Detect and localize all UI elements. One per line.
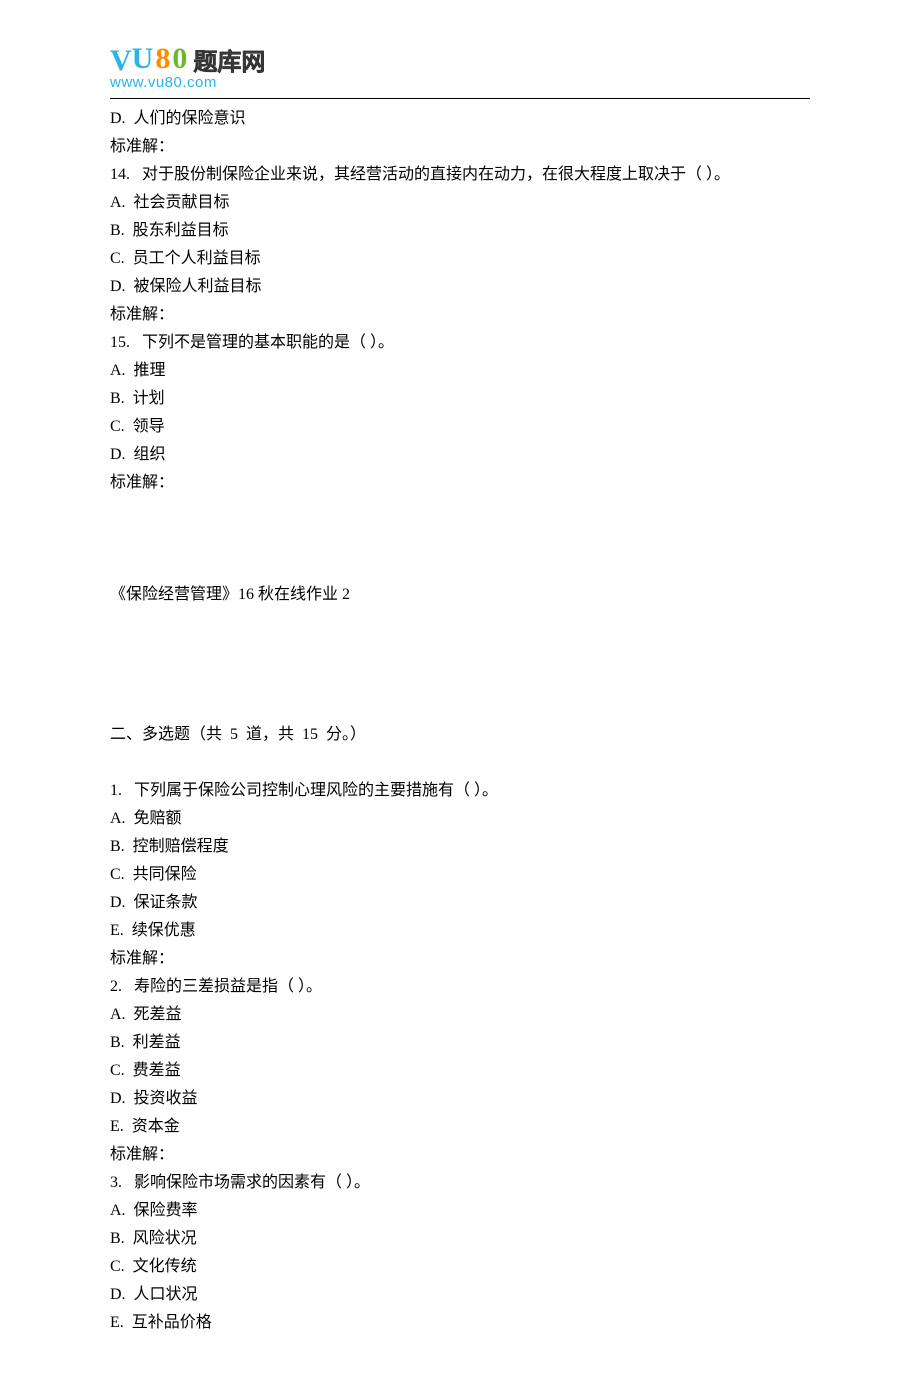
header-divider (110, 98, 810, 99)
section-header-multi: 二、多选题（共 5 道，共 15 分。） (110, 721, 810, 749)
question-line: A. 社会贡献目标 (110, 189, 810, 217)
question-line: 标准解： (110, 133, 810, 161)
question-line: A. 推理 (110, 357, 810, 385)
multi-question-line: B. 风险状况 (110, 1225, 810, 1253)
question-line: C. 员工个人利益目标 (110, 245, 810, 273)
multi-question-line: A. 保险费率 (110, 1197, 810, 1225)
multi-question-line: D. 保证条款 (110, 889, 810, 917)
question-line: D. 人们的保险意识 (110, 105, 810, 133)
question-line: 标准解： (110, 469, 810, 497)
question-line: B. 计划 (110, 385, 810, 413)
multi-question-line: D. 投资收益 (110, 1085, 810, 1113)
question-line: D. 组织 (110, 441, 810, 469)
multi-question-line: E. 资本金 (110, 1113, 810, 1141)
multi-question-line: 1. 下列属于保险公司控制心理风险的主要措施有（ ）。 (110, 777, 810, 805)
multi-question-line: E. 互补品价格 (110, 1309, 810, 1337)
spacer (110, 693, 810, 721)
spacer (110, 525, 810, 553)
spacer (110, 609, 810, 637)
multi-question-line: C. 文化传统 (110, 1253, 810, 1281)
question-line: B. 股东利益目标 (110, 217, 810, 245)
multi-question-line: B. 控制赔偿程度 (110, 833, 810, 861)
multi-question-line: A. 死差益 (110, 1001, 810, 1029)
multi-question-line: C. 费差益 (110, 1057, 810, 1085)
question-line: C. 领导 (110, 413, 810, 441)
document-page: V U 8 0 题库网 www.vu80.com D. 人们的保险意识标准解：1… (0, 0, 920, 1397)
assignment-title: 《保险经营管理》16 秋在线作业 2 (110, 581, 810, 609)
multi-question-line: B. 利差益 (110, 1029, 810, 1057)
multi-question-line: 标准解： (110, 945, 810, 973)
question-line: 标准解： (110, 301, 810, 329)
spacer (110, 497, 810, 525)
multi-choice-questions: 1. 下列属于保险公司控制心理风险的主要措施有（ ）。A. 免赔额B. 控制赔偿… (110, 777, 810, 1337)
multi-question-line: C. 共同保险 (110, 861, 810, 889)
logo-cn-text: 题库网 (193, 42, 265, 84)
multi-question-line: D. 人口状况 (110, 1281, 810, 1309)
multi-question-line: 3. 影响保险市场需求的因素有（ ）。 (110, 1169, 810, 1197)
question-line: D. 被保险人利益目标 (110, 273, 810, 301)
spacer (110, 637, 810, 665)
multi-question-line: 标准解： (110, 1141, 810, 1169)
site-logo: V U 8 0 题库网 www.vu80.com (110, 40, 810, 96)
logo-graphic-row: V U 8 0 题库网 (110, 40, 810, 72)
single-choice-continued: D. 人们的保险意识标准解：14. 对于股份制保险企业来说，其经营活动的直接内在… (110, 105, 810, 497)
question-line: 14. 对于股份制保险企业来说，其经营活动的直接内在动力，在很大程度上取决于（ … (110, 161, 810, 189)
multi-question-line: 2. 寿险的三差损益是指（ ）。 (110, 973, 810, 1001)
logo-bunny-icon: V (110, 46, 132, 76)
spacer (110, 665, 810, 693)
multi-question-line: A. 免赔额 (110, 805, 810, 833)
spacer (110, 749, 810, 777)
spacer (110, 553, 810, 581)
question-line: 15. 下列不是管理的基本职能的是（ ）。 (110, 329, 810, 357)
multi-question-line: E. 续保优惠 (110, 917, 810, 945)
